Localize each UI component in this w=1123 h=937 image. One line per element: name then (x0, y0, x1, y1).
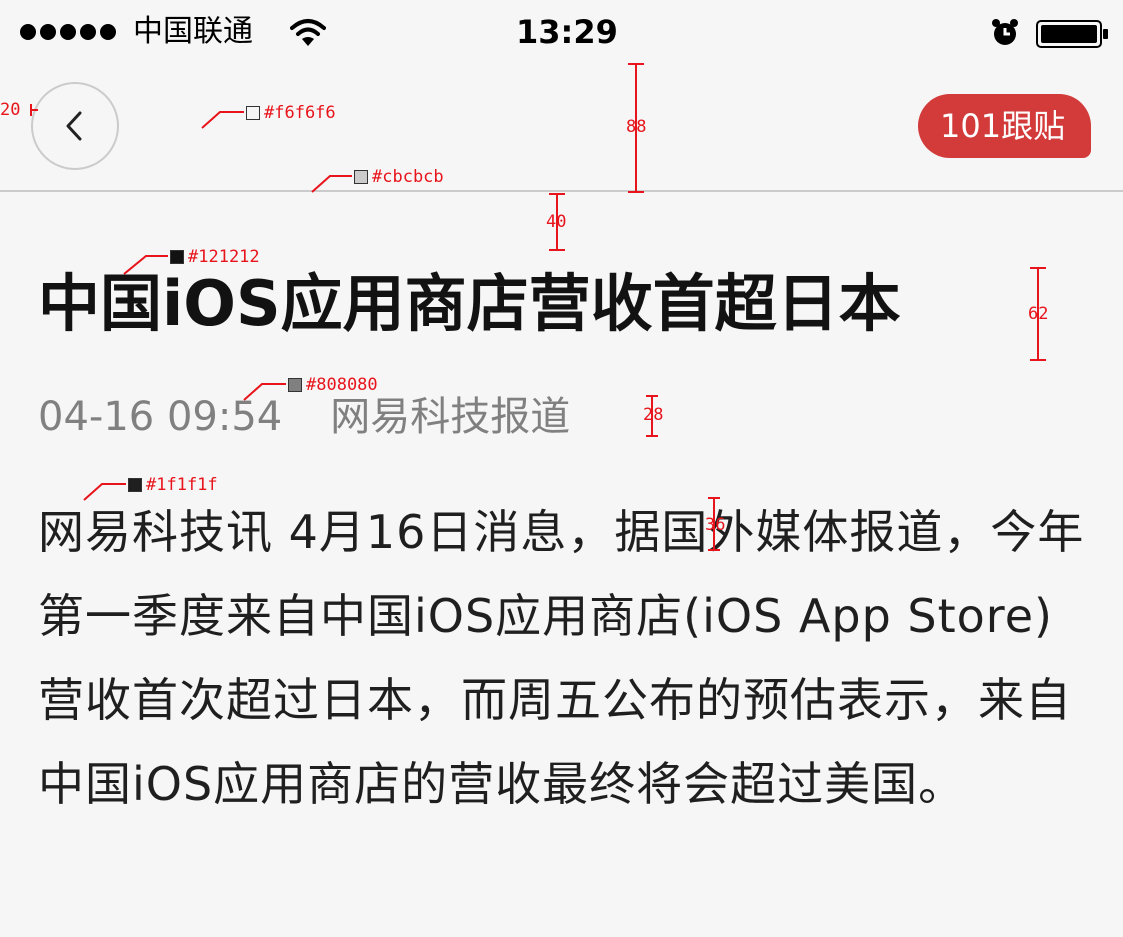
annotation-title-size: 62 (1028, 304, 1049, 324)
annotation-meta-size: 28 (643, 405, 664, 425)
annotation-title-color: #121212 (170, 248, 260, 266)
annotation-bg-color: #f6f6f6 (246, 104, 336, 122)
status-time: 13:29 (516, 13, 618, 51)
annotation-back-margin: 20 (0, 100, 21, 120)
back-button[interactable] (31, 82, 119, 170)
status-bar: 中国联通 13:29 (0, 0, 1123, 64)
wifi-icon (290, 19, 326, 46)
annotation-title-gap: 40 (546, 212, 567, 232)
article-title: 中国iOS应用商店营收首超日本 (38, 267, 901, 340)
signal-strength-icon (20, 24, 116, 40)
article-screen: 中国联通 13:29 101跟贴 中国iOS应用商店营收首超日本 04-16 0… (0, 0, 1123, 937)
article-source: 网易科技报道 (330, 394, 571, 440)
article-body: 网易科技讯 4月16日消息，据国外媒体报道，今年第一季度来自中国iOS应用商店(… (38, 505, 1085, 811)
carrier-name: 中国联通 (133, 14, 253, 49)
annotation-divider-color: #cbcbcb (354, 168, 444, 186)
article-meta: 04-16 09:54 网易科技报道 (38, 392, 570, 442)
publish-time: 04-16 09:54 (38, 394, 283, 440)
battery-icon (1036, 20, 1108, 48)
annotation-meta-color: #808080 (288, 376, 378, 394)
annotation-body-size: 36 (705, 515, 726, 535)
alarm-icon (992, 19, 1018, 45)
reply-count-button[interactable]: 101跟贴 (918, 94, 1092, 158)
chevron-left-icon (66, 111, 82, 141)
navigation-bar: 101跟贴 (0, 64, 1123, 192)
annotation-body-color: #1f1f1f (128, 476, 218, 494)
annotation-nav-height: 88 (626, 117, 647, 137)
